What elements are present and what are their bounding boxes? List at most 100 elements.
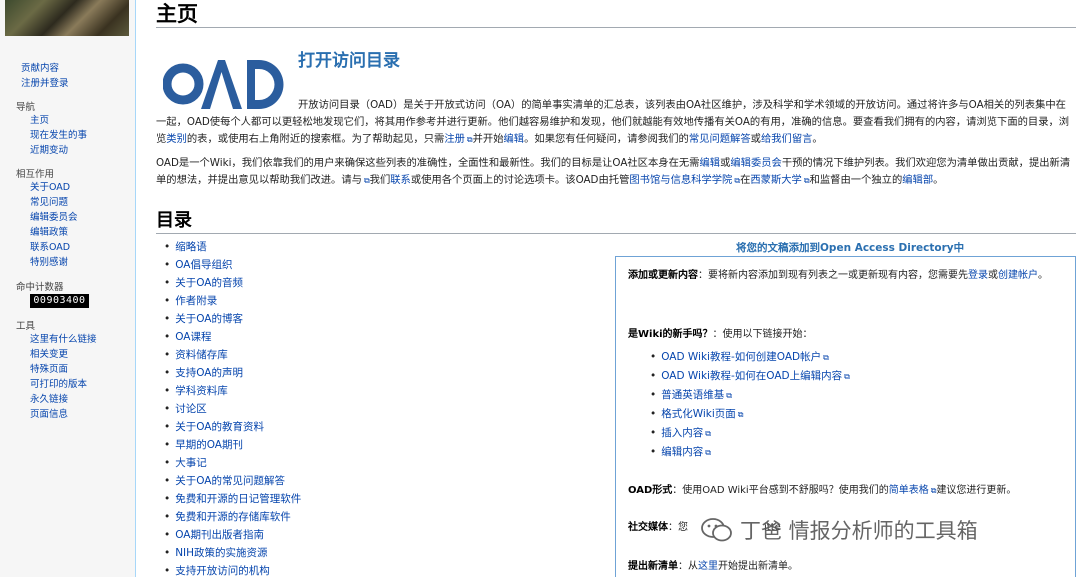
wechat-icon — [701, 518, 732, 542]
login-link[interactable]: 登录 — [968, 270, 988, 281]
toc-link[interactable]: 关于OA的常见问题解答 — [175, 475, 285, 487]
toc-link[interactable]: NIH政策的实施资源 — [175, 547, 267, 559]
toc-link[interactable]: 讨论区 — [175, 403, 207, 415]
edit-link[interactable]: 编辑 — [504, 133, 525, 145]
list-item: OA期刊出版者指南 — [164, 526, 301, 544]
external-link-icon: ⧉ — [726, 391, 732, 400]
list-item: 资料储存库 — [164, 346, 301, 364]
toc-link[interactable]: 作者附录 — [175, 295, 217, 307]
toc-link[interactable]: 支持OA的声明 — [175, 367, 243, 379]
external-link-icon: ⧉ — [705, 448, 711, 457]
page-title: 主页 — [156, 1, 198, 26]
list-item: 关于OA的博客 — [164, 310, 301, 328]
list-item: 作者附录 — [164, 292, 301, 310]
create-account-link[interactable]: 创建帐户 — [998, 270, 1038, 281]
tools-portal: 这里有什么链接 相关变更 特殊页面 可打印的版本 永久链接 页面信息 — [30, 332, 97, 422]
list-item: 关于OA的音频 — [164, 274, 301, 292]
tutorial-link[interactable]: 插入内容 — [661, 427, 703, 439]
sidebar-item-faq[interactable]: 常见问题 — [30, 195, 78, 210]
nav-heading: 导航 — [16, 102, 36, 113]
toc-link[interactable]: 缩略语 — [175, 241, 207, 253]
sidebar-item-editorial-policy[interactable]: 编辑政策 — [30, 225, 78, 240]
interact-portal: 关于OAD 常见问题 编辑委员会 编辑政策 联系OAD 特别感谢 — [30, 180, 78, 270]
toc-link[interactable]: 关于OA的博客 — [175, 313, 243, 325]
editors-link[interactable]: 编辑 — [699, 157, 720, 169]
editorial-dept-link[interactable]: 编辑部 — [902, 174, 933, 186]
simple-form-link[interactable]: 简单表格 — [889, 485, 929, 496]
sidebar: 贡献内容 注册并登录 导航 主页 现在发生的事 近期变动 相互作用 关于OAD … — [0, 0, 135, 577]
list-item: 关于OA的常见问题解答 — [164, 472, 301, 490]
toc-link[interactable]: 学科资料库 — [175, 385, 228, 397]
here-link[interactable]: 这里 — [698, 561, 718, 572]
register-link[interactable]: 注册 — [444, 133, 465, 145]
tools-heading: 工具 — [16, 321, 36, 332]
toc-link[interactable]: OA期刊出版者指南 — [175, 529, 264, 541]
sidebar-item-current-events[interactable]: 现在发生的事 — [30, 128, 87, 143]
interact-heading: 相互作用 — [16, 169, 55, 180]
list-item: 普通英语维基⧉ — [650, 386, 850, 405]
watermark-text: 丁爸 情报分析师的工具箱 — [740, 519, 978, 543]
sidebar-item-about[interactable]: 关于OAD — [30, 180, 78, 195]
sidebar-item-permalink[interactable]: 永久链接 — [30, 392, 97, 407]
sidebar-item-special-pages[interactable]: 特殊页面 — [30, 362, 97, 377]
toc-link[interactable]: OA课程 — [175, 331, 211, 343]
site-logo[interactable] — [5, 0, 129, 36]
toc-link[interactable]: 早期的OA期刊 — [175, 439, 243, 451]
tutorial-link[interactable]: 格式化Wiki页面 — [661, 408, 736, 420]
list-item: 免费和开源的日记管理软件 — [164, 490, 301, 508]
list-item: 早期的OA期刊 — [164, 436, 301, 454]
editorial-board-link[interactable]: 编辑委员会 — [730, 157, 781, 169]
toc-divider — [156, 233, 1076, 234]
contributions-link[interactable]: 贡献内容 — [21, 61, 69, 76]
list-item: 关于OA的教育资料 — [164, 418, 301, 436]
sidebar-item-main[interactable]: 主页 — [30, 113, 87, 128]
sidebar-item-contact[interactable]: 联系OAD — [30, 240, 78, 255]
toc-link[interactable]: 免费和开源的日记管理软件 — [175, 493, 301, 505]
toc-link[interactable]: 免费和开源的存储库软件 — [175, 511, 291, 523]
login-link[interactable]: 注册并登录 — [21, 76, 69, 91]
contact-link[interactable]: 联系 — [390, 174, 411, 186]
list-item: 学科资料库 — [164, 382, 301, 400]
external-link-icon: ⧉ — [737, 410, 744, 419]
sidebar-item-related-changes[interactable]: 相关变更 — [30, 347, 97, 362]
toc-link[interactable]: 关于OA的音频 — [175, 277, 243, 289]
title-divider — [156, 27, 1076, 28]
sidebar-item-printable[interactable]: 可打印的版本 — [30, 377, 97, 392]
tutorial-link[interactable]: 编辑内容 — [661, 446, 703, 458]
toc-list: 缩略语 OA倡导组织 关于OA的音频 作者附录 关于OA的博客 OA课程 资料储… — [164, 238, 301, 577]
toc-link[interactable]: 大事记 — [175, 457, 207, 469]
sidebar-item-recent-changes[interactable]: 近期变动 — [30, 143, 87, 158]
suggest-block: 提出新清单：从这里开始提出新清单。 — [628, 561, 798, 572]
list-item: 免费和开源的存储库软件 — [164, 508, 301, 526]
sidebar-item-page-info[interactable]: 页面信息 — [30, 407, 97, 422]
main-content: 主页 打开访问目录 开放访问目录（OAD）是关于开放式访问（OA）的简单事实清单… — [135, 0, 1080, 577]
toc-link[interactable]: 资料储存库 — [175, 349, 228, 361]
categories-link[interactable]: 类别 — [166, 133, 187, 145]
personal-tools: 贡献内容 注册并登录 — [21, 61, 69, 91]
leave-message-link[interactable]: 给我们留言 — [761, 133, 812, 145]
oad-form-block: OAD形式：使用OAD Wiki平台感到不舒服吗？使用我们的简单表格 ⧉建议您进行… — [628, 485, 1017, 496]
list-item: 支持OA的声明 — [164, 364, 301, 382]
toc-link[interactable]: 关于OA的教育资料 — [175, 421, 264, 433]
simmons-link[interactable]: 西蒙斯大学 — [750, 174, 801, 186]
sidebar-item-thanks[interactable]: 特别感谢 — [30, 255, 78, 270]
newbie-block: 是Wiki的新手吗？：使用以下链接开始： — [628, 329, 813, 340]
list-item: 编辑内容⧉ — [650, 443, 850, 462]
tutorial-link[interactable]: OAD Wiki教程-如何在OAD上编辑内容 — [661, 370, 842, 382]
list-item: 讨论区 — [164, 400, 301, 418]
tutorial-link[interactable]: OAD Wiki教程-如何创建OAD帐户 — [661, 351, 821, 363]
intro-paragraph: 开放访问目录（OAD）是关于开放式访问（OA）的简单事实清单的汇总表，该列表由O… — [156, 99, 1070, 145]
list-item: OAD Wiki教程-如何在OAD上编辑内容⧉ — [650, 367, 850, 386]
external-link-icon: ⧉ — [844, 372, 850, 381]
toc-link[interactable]: OA倡导组织 — [175, 259, 232, 271]
faq-link[interactable]: 常见问题解答 — [689, 133, 751, 145]
slis-link[interactable]: 图书馆与信息科学学院 — [629, 174, 732, 186]
tutorial-link[interactable]: 普通英语维基 — [661, 389, 724, 401]
sidebar-item-what-links-here[interactable]: 这里有什么链接 — [30, 332, 97, 347]
list-item: OAD Wiki教程-如何创建OAD帐户⧉ — [650, 348, 850, 367]
add-content-block: 添加或更新内容：要将新内容添加到现有列表之一或更新现有内容，您需要先登录或创建帐… — [628, 270, 1048, 281]
toc-link[interactable]: 支持开放访问的机构 — [175, 565, 270, 577]
list-item: 格式化Wiki页面⧉ — [650, 405, 850, 424]
external-link-icon: ⧉ — [705, 429, 711, 438]
sidebar-item-editorial-board[interactable]: 编辑委员会 — [30, 210, 78, 225]
